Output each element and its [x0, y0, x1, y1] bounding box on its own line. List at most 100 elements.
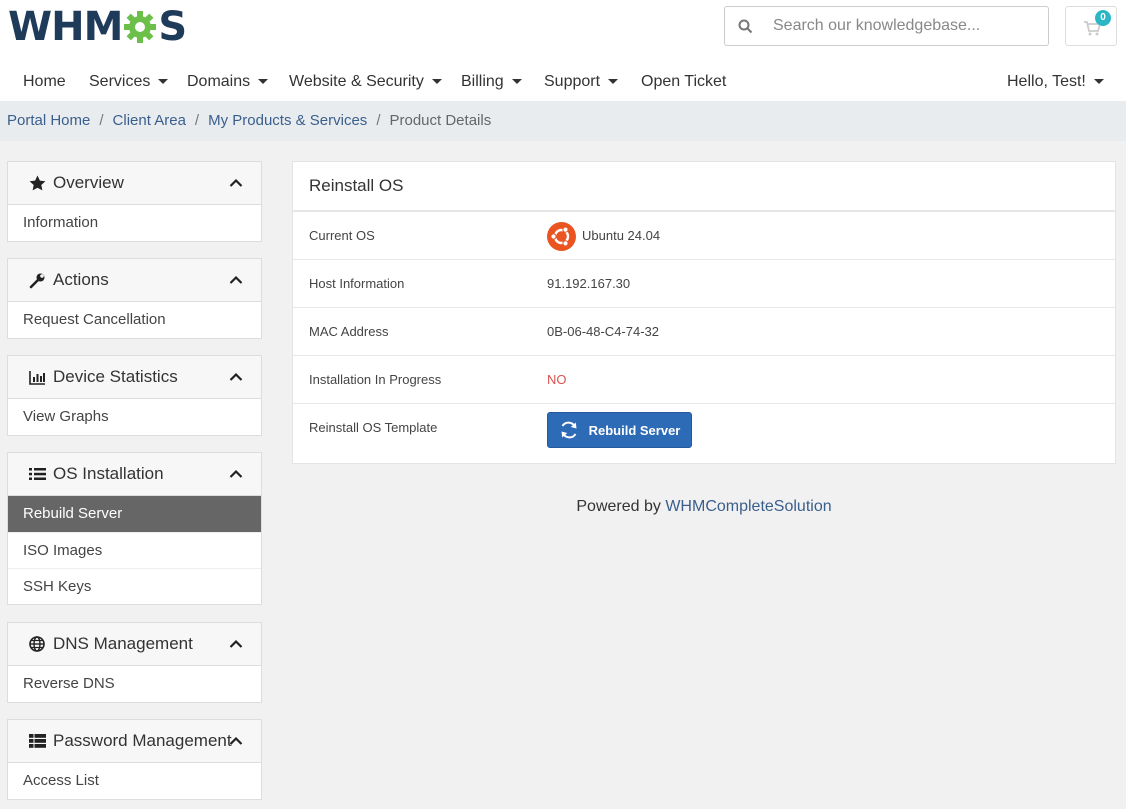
- wrench-icon: [28, 271, 46, 289]
- panel-title: Password Management: [53, 731, 232, 750]
- sidebar-panel-actions: Actions Request Cancellation: [7, 258, 262, 339]
- table-row: Installation In Progress NO: [293, 356, 1115, 404]
- table-row: MAC Address 0B-06-48-C4-74-32: [293, 308, 1115, 356]
- main-nav: Home Services Domains Website & Security…: [0, 62, 1126, 101]
- sidebar-item-rebuild-server[interactable]: Rebuild Server: [8, 496, 261, 532]
- footer-prefix: Powered by: [576, 498, 661, 515]
- row-label-mac-address: MAC Address: [309, 324, 389, 339]
- panel-header-dns-management[interactable]: DNS Management: [8, 623, 261, 666]
- chart-icon: [28, 368, 46, 386]
- chevron-up-icon[interactable]: [229, 466, 243, 484]
- sidebar-item-ssh-keys[interactable]: SSH Keys: [8, 568, 261, 604]
- list-icon: [28, 465, 46, 483]
- chevron-up-icon[interactable]: [229, 733, 243, 751]
- nav-home[interactable]: Home: [23, 62, 66, 101]
- footer: Powered by WHMCompleteSolution: [292, 498, 1116, 516]
- star-icon: [28, 174, 46, 192]
- nav-open-ticket[interactable]: Open Ticket: [641, 62, 726, 101]
- chevron-up-icon[interactable]: [229, 175, 243, 193]
- nav-billing-label: Billing: [461, 73, 504, 90]
- panel-header-device-statistics[interactable]: Device Statistics: [8, 356, 261, 399]
- table-row: Reinstall OS Template Rebuild Server: [293, 404, 1115, 456]
- caret-down-icon: [431, 79, 442, 85]
- nav-support[interactable]: Support: [544, 62, 619, 101]
- breadcrumb-client-area[interactable]: Client Area: [113, 112, 186, 129]
- logo[interactable]: WHM S: [8, 4, 187, 50]
- nav-domains[interactable]: Domains: [187, 62, 269, 101]
- sidebar-item-information[interactable]: Information: [8, 205, 261, 241]
- row-value-host-information: 91.192.167.30: [547, 276, 631, 291]
- nav-website-security[interactable]: Website & Security: [289, 62, 442, 101]
- breadcrumb-current: Product Details: [389, 112, 492, 129]
- row-value-mac-address: 0B-06-48-C4-74-32: [547, 324, 660, 339]
- nav-website-security-label: Website & Security: [289, 73, 424, 90]
- rebuild-server-button[interactable]: Rebuild Server: [547, 412, 692, 448]
- search-box[interactable]: [724, 6, 1049, 46]
- nav-open-ticket-label: Open Ticket: [641, 73, 727, 90]
- search-input[interactable]: [773, 17, 1043, 35]
- row-label-current-os: Current OS: [309, 228, 375, 243]
- breadcrumb-separator: /: [194, 112, 200, 129]
- nav-home-label: Home: [23, 73, 66, 90]
- panel-header-password-management[interactable]: Password Management: [8, 720, 261, 763]
- footer-link[interactable]: WHMCompleteSolution: [665, 498, 831, 515]
- nav-services[interactable]: Services: [89, 62, 169, 101]
- panel-header-overview[interactable]: Overview: [8, 162, 261, 205]
- search-icon: [725, 7, 765, 45]
- row-label-host-information: Host Information: [309, 276, 405, 291]
- caret-down-icon: [608, 79, 619, 85]
- nav-domains-label: Domains: [187, 73, 251, 90]
- nav-user-label: Hello, Test!: [1007, 73, 1086, 90]
- sidebar-item-reverse-dns[interactable]: Reverse DNS: [8, 666, 261, 702]
- gear-logo-icon: [124, 11, 157, 43]
- chevron-up-icon[interactable]: [229, 369, 243, 387]
- refresh-icon: [561, 421, 577, 439]
- cart-count-badge: 0: [1095, 10, 1111, 26]
- panel-title: Actions: [53, 270, 109, 289]
- chevron-up-icon[interactable]: [229, 272, 243, 290]
- breadcrumb: Portal Home / Client Area / My Products & Se…: [0, 101, 1126, 141]
- ubuntu-logo-icon: [547, 221, 576, 251]
- header: WHM S Search our knowledgebase... 0 Home…: [0, 0, 1126, 101]
- nav-billing[interactable]: Billing: [461, 62, 522, 101]
- nav-support-label: Support: [544, 73, 601, 90]
- panel-title: OS Installation: [53, 464, 164, 483]
- sidebar-item-request-cancellation[interactable]: Request Cancellation: [8, 302, 261, 338]
- sidebar-panel-password-management: Password Management Access List: [7, 719, 262, 800]
- table-row: Current OS Ubuntu 24.04: [293, 212, 1115, 260]
- logo-text-right: S: [158, 4, 187, 50]
- table-icon: [28, 732, 46, 750]
- row-value-current-os: Ubuntu 24.04: [547, 212, 660, 260]
- caret-down-icon: [511, 79, 522, 85]
- rebuild-server-button-label: Rebuild Server: [588, 422, 681, 438]
- panel-header-os-installation[interactable]: OS Installation: [8, 453, 261, 496]
- chevron-up-icon[interactable]: [229, 636, 243, 654]
- breadcrumb-separator: /: [99, 112, 104, 129]
- sidebar-panel-device-statistics: Device Statistics View Graphs: [7, 355, 262, 436]
- caret-down-icon: [1093, 79, 1104, 85]
- card-title: Reinstall OS: [293, 162, 1115, 212]
- breadcrumb-portal-home[interactable]: Portal Home: [7, 112, 90, 129]
- os-name: Ubuntu 24.04: [582, 228, 661, 243]
- nav-services-label: Services: [89, 73, 151, 90]
- table-row: Host Information 91.192.167.30: [293, 260, 1115, 308]
- row-label-installation-in-progress: Installation In Progress: [309, 372, 442, 387]
- panel-title: DNS Management: [53, 634, 193, 653]
- reinstall-os-card: Reinstall OS Current OS Ubuntu 24.04 Hos…: [292, 161, 1116, 464]
- cart-button[interactable]: 0: [1065, 6, 1117, 46]
- sidebar-item-access-list[interactable]: Access List: [8, 763, 261, 799]
- panel-header-actions[interactable]: Actions: [8, 259, 261, 302]
- row-value-installation-in-progress: NO: [547, 372, 567, 387]
- breadcrumb-my-products[interactable]: My Products & Services: [208, 112, 367, 129]
- sidebar-panel-dns-management: DNS Management Reverse DNS: [7, 622, 262, 703]
- panel-title: Overview: [53, 173, 124, 192]
- sidebar-panel-overview: Overview Information: [7, 161, 262, 242]
- sidebar-item-view-graphs[interactable]: View Graphs: [8, 399, 261, 435]
- caret-down-icon: [258, 79, 269, 85]
- nav-user-menu[interactable]: Hello, Test!: [1007, 62, 1104, 101]
- caret-down-icon: [158, 79, 169, 85]
- logo-text-left: WHM: [8, 4, 123, 50]
- sidebar-item-iso-images[interactable]: ISO Images: [8, 532, 261, 568]
- sidebar-panel-os-installation: OS Installation Rebuild Server ISO Image…: [7, 452, 262, 605]
- row-label-reinstall-os-template: Reinstall OS Template: [309, 420, 438, 435]
